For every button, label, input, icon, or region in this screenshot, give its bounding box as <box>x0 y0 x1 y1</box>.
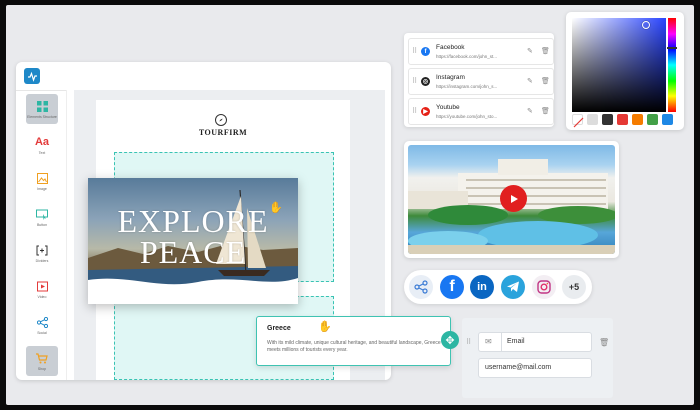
edit-icon[interactable]: ✎ <box>527 77 533 85</box>
sidebar-item-label: Dividers <box>35 258 49 263</box>
color-swatch[interactable] <box>617 114 628 125</box>
drag-grip-icon[interactable]: ⠿ <box>412 108 417 115</box>
color-swatch[interactable] <box>587 114 598 125</box>
drag-grip-icon[interactable]: ⠿ <box>412 48 417 55</box>
share-icon[interactable] <box>409 275 433 299</box>
sidebar-item-label: Video <box>37 294 47 299</box>
image-icon <box>36 172 49 185</box>
play-button-icon[interactable] <box>500 185 527 212</box>
grid-icon <box>36 100 49 113</box>
greece-text-block[interactable]: Greece With its mild climate, unique cul… <box>256 316 451 366</box>
video-block[interactable] <box>404 141 619 258</box>
sidebar-divider <box>66 90 67 380</box>
color-swatch[interactable] <box>632 114 643 125</box>
hue-handle[interactable] <box>667 47 677 49</box>
sidebar-item-image[interactable]: Image <box>26 166 58 196</box>
color-swatch[interactable] <box>602 114 613 125</box>
sidebar-item-shop[interactable]: Shop <box>26 346 58 376</box>
facebook-icon: f <box>421 47 430 56</box>
share-icon <box>36 316 49 329</box>
trash-icon[interactable]: 🗑 <box>541 77 550 85</box>
sidebar-item-label: Elements Structure <box>27 114 57 119</box>
social-name: Facebook <box>436 44 465 51</box>
no-color-swatch[interactable] <box>572 114 584 128</box>
move-handle-icon[interactable]: ✥ <box>441 331 459 349</box>
hero-image: EXPLORE PEACE <box>88 178 298 296</box>
youtube-icon: ▶ <box>421 107 430 116</box>
sidebar-item-structure[interactable]: Elements Structure <box>26 94 58 124</box>
field-divider <box>501 333 502 351</box>
sidebar-item-text[interactable]: Aa Text <box>26 130 58 160</box>
hue-slider[interactable] <box>667 18 677 112</box>
color-swatch[interactable] <box>647 114 658 125</box>
button-icon <box>36 208 49 221</box>
sidebar-item-button[interactable]: Button <box>26 202 58 232</box>
greece-title: Greece <box>267 325 291 332</box>
color-handle[interactable] <box>642 21 650 29</box>
social-links-panel: ⠿ f Facebook https://facebook.com/john_s… <box>404 33 554 127</box>
instagram-icon: ◎ <box>421 77 430 86</box>
instagram-icon[interactable] <box>532 275 556 299</box>
hero-headline-line1: EXPLORE <box>117 203 269 239</box>
social-url: https://youtube.com/john_sto... <box>436 114 498 119</box>
email-label: Email <box>507 338 525 345</box>
divider-icon <box>36 244 49 257</box>
social-url: https://facebook.com/john_st... <box>436 54 498 59</box>
video-thumbnail <box>408 145 615 254</box>
dragged-image-block[interactable]: EXPLORE PEACE <box>88 178 298 304</box>
email-label-field[interactable]: ✉ Email <box>478 332 592 352</box>
social-url: https://instagram.com/john_s... <box>436 84 498 89</box>
app-logo-icon[interactable] <box>24 68 40 84</box>
edit-icon[interactable]: ✎ <box>527 107 533 115</box>
grab-cursor-icon: ✋ <box>318 321 332 333</box>
grab-cursor-icon: ✋ <box>269 202 283 214</box>
brand-name: TOURFIRM <box>198 128 248 137</box>
trash-icon[interactable]: 🗑 <box>541 47 550 55</box>
color-swatch[interactable] <box>662 114 673 125</box>
drag-grip-icon[interactable]: ⠿ <box>466 338 471 346</box>
edit-icon[interactable]: ✎ <box>527 47 533 55</box>
color-picker <box>566 12 684 130</box>
blocks-sidebar: Elements Structure Aa Text Image Button … <box>16 90 66 380</box>
text-icon: Aa <box>34 136 50 148</box>
sidebar-item-label: Image <box>37 186 47 191</box>
sidebar-item-label: Social <box>37 330 47 335</box>
cart-icon <box>36 352 49 365</box>
social-link-row[interactable]: ⠿ ▶ Youtube https://youtube.com/john_sto… <box>408 98 554 125</box>
sidebar-item-label: Shop <box>37 366 47 371</box>
social-link-row[interactable]: ⠿ f Facebook https://facebook.com/john_s… <box>408 38 554 65</box>
compass-logo-icon <box>215 114 227 126</box>
social-name: Instagram <box>436 74 465 81</box>
sidebar-item-social[interactable]: Social <box>26 310 58 340</box>
email-value: username@mail.com <box>485 364 552 371</box>
social-share-bar: f in +5 <box>404 270 592 304</box>
social-link-row[interactable]: ⠿ ◎ Instagram https://instagram.com/john… <box>408 68 554 95</box>
hero-headline-line2: PEACE <box>139 234 247 270</box>
trash-icon[interactable]: 🗑 <box>599 338 609 347</box>
email-input[interactable]: username@mail.com <box>478 358 592 378</box>
sidebar-item-dividers[interactable]: Dividers <box>26 238 58 268</box>
social-name: Youtube <box>436 104 460 111</box>
sidebar-item-video[interactable]: Video <box>26 274 58 304</box>
sidebar-item-label: Text <box>38 150 46 155</box>
video-icon <box>36 280 49 293</box>
facebook-icon[interactable]: f <box>440 275 464 299</box>
mail-icon: ✉ <box>485 337 492 346</box>
sidebar-item-label: Button <box>36 222 48 227</box>
more-networks-button[interactable]: +5 <box>562 275 586 299</box>
greece-description: With its mild climate, unique cultural h… <box>267 340 441 353</box>
linkedin-icon[interactable]: in <box>470 275 494 299</box>
drag-grip-icon[interactable]: ⠿ <box>412 78 417 85</box>
saturation-value-area[interactable] <box>572 18 666 112</box>
hero-headline: EXPLORE PEACE <box>88 203 298 270</box>
telegram-icon[interactable] <box>501 275 525 299</box>
trash-icon[interactable]: 🗑 <box>541 107 550 115</box>
